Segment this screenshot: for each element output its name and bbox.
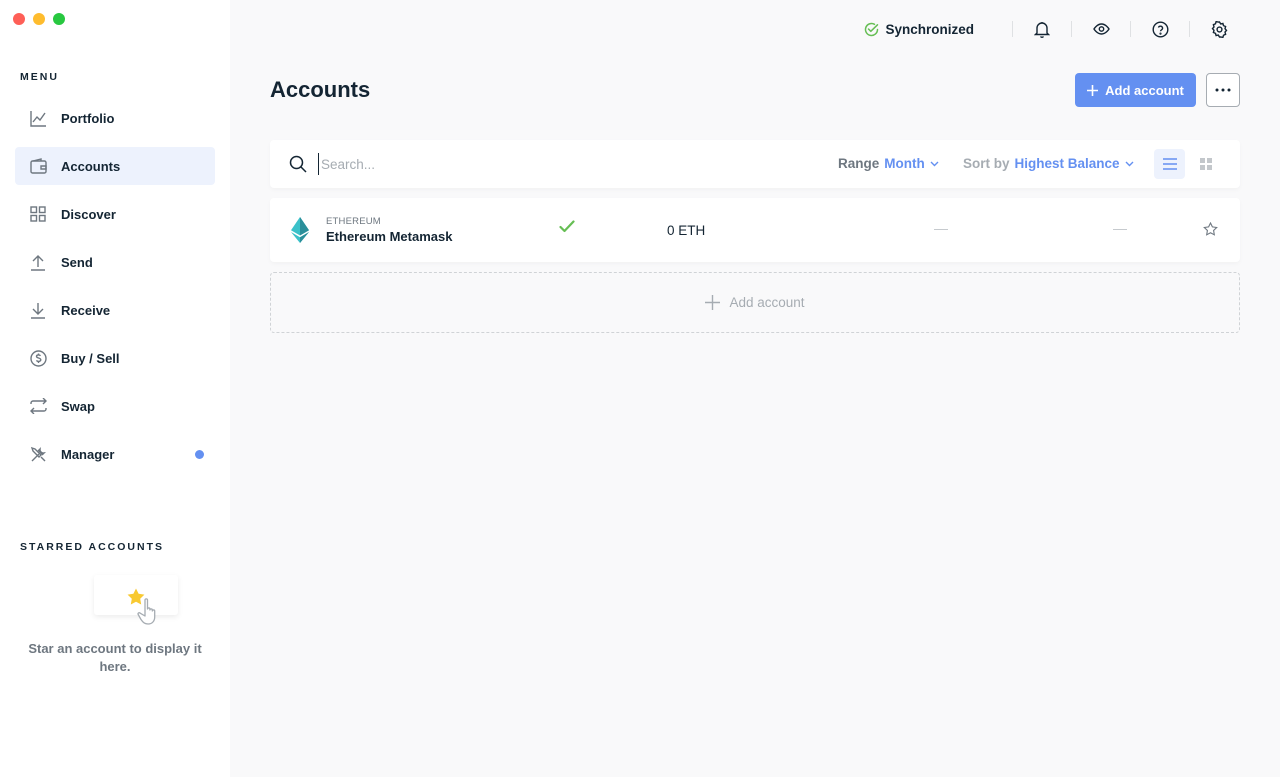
discreet-mode-button[interactable] <box>1090 18 1112 40</box>
sort-dropdown[interactable]: Sort by Highest Balance <box>963 156 1134 171</box>
star-outline-icon[interactable] <box>1203 222 1218 237</box>
check-circle-icon <box>865 22 879 36</box>
window-controls <box>13 13 65 25</box>
bell-icon <box>1034 21 1050 38</box>
range-dropdown[interactable]: Range Month <box>838 156 939 171</box>
account-countervalue: — <box>934 220 948 236</box>
settings-icon <box>1211 20 1227 38</box>
chevron-down-icon <box>930 161 939 166</box>
maximize-window-button[interactable] <box>53 13 65 25</box>
chevron-down-icon <box>1125 161 1134 166</box>
sidebar: MENU Portfolio Accounts Discover Send Re… <box>0 0 230 777</box>
sidebar-item-discover[interactable]: Discover <box>15 195 215 233</box>
close-window-button[interactable] <box>13 13 25 25</box>
minimize-window-button[interactable] <box>33 13 45 25</box>
grid-view-icon <box>1199 158 1212 170</box>
sidebar-item-swap[interactable]: Swap <box>15 387 215 425</box>
sidebar-menu: Portfolio Accounts Discover Send Receive <box>15 99 215 483</box>
sort-label: Sort by <box>963 156 1010 171</box>
page-title: Accounts <box>270 77 371 102</box>
tools-icon <box>29 445 47 463</box>
sidebar-item-buy-sell[interactable]: Buy / Sell <box>15 339 215 377</box>
sort-value: Highest Balance <box>1014 156 1120 171</box>
dollar-coin-icon <box>29 349 47 367</box>
sync-status-label: Synchronized <box>885 21 974 37</box>
help-icon <box>1151 20 1169 38</box>
plus-icon <box>1087 84 1099 96</box>
synced-check-icon <box>559 220 575 233</box>
chart-line-icon <box>29 109 47 127</box>
list-view-icon <box>1162 158 1177 170</box>
sidebar-item-receive[interactable]: Receive <box>15 291 215 329</box>
ethereum-icon <box>291 217 309 243</box>
sidebar-item-label: Send <box>61 254 93 270</box>
plus-icon <box>705 295 721 310</box>
accounts-filter-bar: Range Month Sort by Highest Balance <box>270 140 1240 188</box>
search-icon <box>289 155 307 173</box>
swap-arrows-icon <box>29 397 47 415</box>
divider <box>1189 21 1190 37</box>
more-horizontal-icon <box>1215 88 1231 92</box>
account-balance: 0 ETH <box>667 223 706 238</box>
wallet-icon <box>29 157 47 175</box>
sidebar-item-label: Buy / Sell <box>61 350 120 366</box>
divider <box>1071 21 1072 37</box>
grid-view-toggle[interactable] <box>1190 149 1221 179</box>
sidebar-item-label: Receive <box>61 302 111 318</box>
add-account-placeholder[interactable]: Add account <box>270 272 1240 333</box>
pointer-hand-icon <box>137 598 156 625</box>
sidebar-item-manager[interactable]: Manager <box>15 435 215 473</box>
divider <box>1012 21 1013 37</box>
starred-accounts-title: STARRED ACCOUNTS <box>20 541 164 553</box>
sidebar-item-portfolio[interactable]: Portfolio <box>15 99 215 137</box>
arrow-down-icon <box>29 301 47 319</box>
add-account-label: Add account <box>1105 82 1184 98</box>
sync-status[interactable]: Synchronized <box>864 22 974 37</box>
sidebar-item-send[interactable]: Send <box>15 243 215 281</box>
starred-empty-text: Star an account to display it here. <box>28 641 202 674</box>
account-variation: — <box>1113 220 1127 236</box>
sidebar-item-label: Portfolio <box>61 110 115 126</box>
account-currency: ETHEREUM <box>326 216 381 227</box>
help-button[interactable] <box>1149 18 1171 40</box>
arrow-up-icon <box>29 253 47 271</box>
account-row[interactable]: ETHEREUM Ethereum Metamask 0 ETH — — <box>270 198 1240 262</box>
range-label: Range <box>838 156 880 171</box>
notification-dot <box>195 449 204 459</box>
more-options-button[interactable] <box>1206 73 1240 107</box>
sidebar-item-label: Swap <box>61 398 95 414</box>
apps-grid-icon <box>29 205 47 223</box>
eye-icon <box>1092 23 1110 35</box>
account-name: Ethereum Metamask <box>326 229 453 244</box>
settings-button[interactable] <box>1208 18 1230 40</box>
search-input[interactable] <box>318 153 738 175</box>
sidebar-item-accounts[interactable]: Accounts <box>15 147 215 185</box>
topbar: Synchronized <box>864 14 1230 44</box>
menu-title: MENU <box>20 71 59 83</box>
sidebar-item-label: Manager <box>61 446 115 462</box>
sidebar-item-label: Discover <box>61 206 116 222</box>
add-account-placeholder-label: Add account <box>729 295 805 310</box>
notifications-button[interactable] <box>1031 18 1053 40</box>
range-value: Month <box>884 156 925 171</box>
add-account-button[interactable]: Add account <box>1075 73 1196 107</box>
divider <box>1130 21 1131 37</box>
list-view-toggle[interactable] <box>1154 149 1185 179</box>
sidebar-item-label: Accounts <box>61 158 121 174</box>
